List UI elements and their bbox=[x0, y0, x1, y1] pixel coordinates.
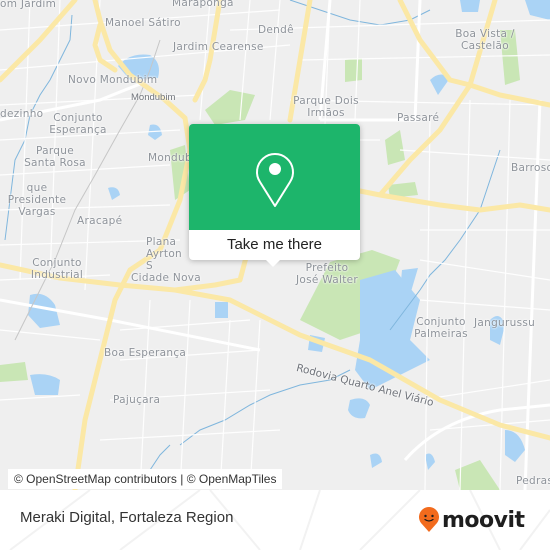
map-canvas[interactable]: om Jardim Maraponga Manoel Sátiro Dendê … bbox=[0, 0, 550, 490]
map-label: Boa Esperança bbox=[104, 347, 187, 359]
popup-tail bbox=[265, 259, 281, 267]
map-label: Passaré bbox=[397, 112, 440, 124]
map-pin-icon bbox=[256, 153, 294, 207]
moovit-logo[interactable]: moovit bbox=[418, 506, 525, 534]
location-title: Meraki Digital, Fortaleza Region bbox=[20, 509, 234, 526]
popup-header bbox=[189, 124, 360, 230]
map-label: que Presidente Vargas bbox=[7, 182, 67, 218]
map-label: Maraponga bbox=[172, 0, 234, 9]
map-label: Parque Santa Rosa bbox=[24, 145, 86, 169]
map-label: Conjunto Palmeiras bbox=[414, 316, 468, 340]
map-label: Jardim Cearense bbox=[173, 41, 264, 53]
moovit-wordmark: moovit bbox=[442, 507, 525, 533]
map-label: Pedras bbox=[516, 475, 550, 487]
map-label: Cidade Nova bbox=[131, 272, 202, 284]
map-label: Novo Mondubim bbox=[68, 74, 158, 86]
map-label: om Jardim bbox=[0, 0, 57, 10]
map-label: dezinho bbox=[0, 108, 44, 120]
map-label: Boa Vista / Castelão bbox=[455, 28, 515, 52]
map-label: Manoel Sátiro bbox=[105, 17, 181, 29]
map-label: Aracapé bbox=[77, 215, 123, 227]
take-me-there-button[interactable]: Take me there bbox=[189, 230, 360, 260]
map-label: Conjunto Esperança bbox=[49, 112, 107, 136]
map-label: Prefeito José Walter bbox=[295, 262, 359, 286]
moovit-smiley-pin-icon bbox=[419, 507, 439, 532]
map-label: Mondub bbox=[148, 152, 192, 164]
map-label: Conjunto Industrial bbox=[30, 257, 84, 281]
map-label: Plana Ayrton S bbox=[146, 236, 182, 272]
destination-popup[interactable]: Take me there bbox=[189, 124, 360, 267]
map-label: Mondubim bbox=[131, 92, 176, 103]
map-label: Jangurussu bbox=[474, 317, 536, 329]
map-attribution[interactable]: © OpenStreetMap contributors | © OpenMap… bbox=[8, 469, 283, 489]
map-label: Parque Dois Irmãos bbox=[293, 95, 359, 119]
map-label: Dendê bbox=[258, 24, 294, 36]
map-label: Barroso bbox=[511, 162, 550, 174]
map-label: Pajuçara bbox=[113, 394, 161, 406]
